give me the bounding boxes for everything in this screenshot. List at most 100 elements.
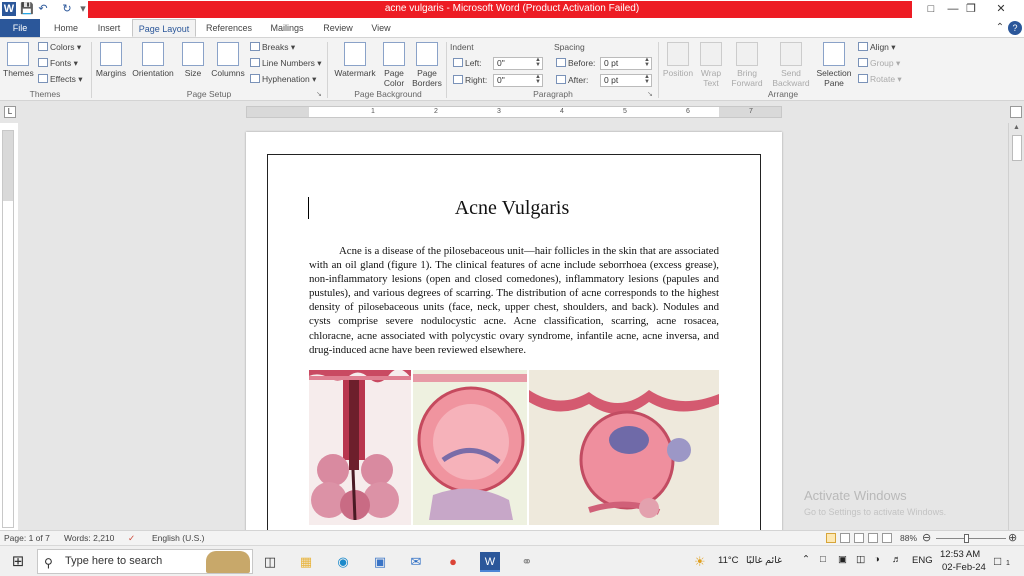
zoom-slider-thumb[interactable] xyxy=(964,534,969,543)
inflammatory-lesion-image[interactable] xyxy=(529,370,719,525)
print-layout-icon[interactable] xyxy=(826,533,836,543)
comedone-image[interactable] xyxy=(413,370,527,525)
web-layout-icon[interactable] xyxy=(854,533,864,543)
orientation-button[interactable]: Orientation xyxy=(130,42,176,78)
microsoft-store-icon[interactable]: ▣ xyxy=(370,552,390,572)
send-backward-button[interactable]: Send Backward xyxy=(768,42,814,88)
columns-button[interactable]: Columns xyxy=(210,42,246,78)
weather-description[interactable]: غائم غالبًا xyxy=(746,555,782,566)
effects-label: Effects xyxy=(50,74,76,84)
colors-icon xyxy=(38,42,48,51)
indent-right-input[interactable]: 0" ▲ ▼ xyxy=(493,74,543,87)
view-ruler-icon[interactable] xyxy=(1010,106,1022,118)
tab-view[interactable]: View xyxy=(364,19,398,37)
edge-icon[interactable]: ◉ xyxy=(333,552,353,572)
full-screen-reading-icon[interactable] xyxy=(840,533,850,543)
size-button[interactable]: Size xyxy=(180,42,206,78)
spacing-before-input[interactable]: 0 pt ▲ ▼ xyxy=(600,57,652,70)
rotate-button[interactable]: Rotate ▾ xyxy=(858,74,902,85)
close-icon[interactable]: ✕ xyxy=(986,0,1016,19)
weather-temp[interactable]: 11°C xyxy=(718,555,739,566)
page-borders-button[interactable]: Page Borders xyxy=(410,42,444,88)
page-color-button[interactable]: Page Color xyxy=(378,42,410,88)
zoom-out-icon[interactable]: ⊖ xyxy=(922,531,931,544)
line-numbers-button[interactable]: Line Numbers ▾ xyxy=(250,58,322,69)
selection-pane-button[interactable]: Selection Pane xyxy=(814,42,854,88)
restore-icon[interactable]: ❐ xyxy=(956,0,986,19)
language-indicator[interactable]: English (U.S.) xyxy=(152,533,204,543)
wifi-icon[interactable]: ◑ xyxy=(874,554,880,565)
input-language[interactable]: ENG xyxy=(912,555,933,566)
volume-icon[interactable]: ♬ xyxy=(892,554,902,565)
fonts-button[interactable]: Fonts ▾ xyxy=(38,58,78,69)
spinner-arrows-icon[interactable]: ▲ ▼ xyxy=(535,74,541,85)
word-taskbar-icon[interactable]: W xyxy=(480,552,500,572)
spinner-arrows-icon[interactable]: ▲ ▼ xyxy=(644,57,650,68)
ruler-number: 2 xyxy=(434,108,438,115)
themes-button[interactable]: Themes xyxy=(3,42,34,78)
tab-review[interactable]: Review xyxy=(318,19,358,37)
zoom-slider[interactable] xyxy=(936,538,1006,539)
show-hidden-icons-icon[interactable]: ⌃ xyxy=(802,554,810,565)
windows-start-icon[interactable]: ⊞ xyxy=(8,552,28,572)
notifications-icon[interactable]: □ xyxy=(994,554,1001,568)
zoom-level[interactable]: 88% xyxy=(900,533,917,543)
chrome-icon[interactable]: ● xyxy=(443,552,463,572)
help-icon[interactable]: ? xyxy=(1008,21,1022,35)
wrap-text-button[interactable]: Wrap Text xyxy=(696,42,726,88)
hyphenation-button[interactable]: Hyphenation ▾ xyxy=(250,74,316,85)
tab-page-layout[interactable]: Page Layout xyxy=(132,19,196,37)
bring-forward-button[interactable]: Bring Forward xyxy=(727,42,767,88)
breaks-button[interactable]: Breaks ▾ xyxy=(250,42,295,53)
margins-button[interactable]: Margins xyxy=(95,42,127,78)
file-explorer-icon[interactable]: ▦ xyxy=(296,552,316,572)
document-paragraph[interactable]: Acne is a disease of the pilosebaceous u… xyxy=(309,244,719,357)
page-count[interactable]: Page: 1 of 7 xyxy=(4,533,50,543)
watermark-button[interactable]: Watermark xyxy=(332,42,378,78)
ruler-number: 1 xyxy=(371,108,375,115)
document-title[interactable]: Acne Vulgaris xyxy=(306,197,718,220)
scrollbar-thumb[interactable] xyxy=(1012,135,1022,161)
spacing-before-icon xyxy=(556,58,566,67)
tab-references[interactable]: References xyxy=(200,19,258,37)
tab-mailings[interactable]: Mailings xyxy=(264,19,310,37)
zoom-in-icon[interactable]: ⊕ xyxy=(1008,531,1017,544)
app-taskbar-icon[interactable]: ⚭ xyxy=(517,552,537,572)
follicle-image[interactable] xyxy=(309,370,411,525)
page-setup-launcher-icon[interactable]: ↘ xyxy=(316,89,322,100)
vertical-scrollbar[interactable]: ▲ xyxy=(1008,123,1024,530)
figure-images[interactable] xyxy=(309,370,719,525)
tray-folder-icon[interactable]: ◫ xyxy=(856,554,865,565)
draft-icon[interactable] xyxy=(882,533,892,543)
document-page[interactable]: Acne Vulgaris Acne is a disease of the p… xyxy=(246,132,782,554)
tab-selector-icon[interactable]: L xyxy=(4,106,16,118)
group-button[interactable]: Group ▾ xyxy=(858,58,900,69)
spinner-arrows-icon[interactable]: ▲ ▼ xyxy=(535,57,541,68)
clock-date[interactable]: 02-Feb-24 xyxy=(942,562,986,573)
mail-icon[interactable]: ✉ xyxy=(406,552,426,572)
position-button[interactable]: Position xyxy=(660,42,696,78)
paragraph-launcher-icon[interactable]: ↘ xyxy=(647,89,653,100)
tray-app-icon[interactable]: ▣ xyxy=(838,554,847,565)
outline-icon[interactable] xyxy=(868,533,878,543)
proofing-icon[interactable]: ✓ xyxy=(128,533,135,544)
spacing-after-input[interactable]: 0 pt ▲ ▼ xyxy=(600,74,652,87)
tab-file[interactable]: File xyxy=(0,19,40,37)
clock-time[interactable]: 12:53 AM xyxy=(940,549,980,560)
collapse-ribbon-icon[interactable]: ⌃ xyxy=(994,19,1006,37)
colors-button[interactable]: Colors ▾ xyxy=(38,42,81,53)
indent-left-input[interactable]: 0" ▲ ▼ xyxy=(493,57,543,70)
tray-meet-icon[interactable]: □ xyxy=(820,554,826,565)
themes-icon xyxy=(7,42,29,66)
effects-button[interactable]: Effects ▾ xyxy=(38,74,82,85)
align-button[interactable]: Align ▾ xyxy=(858,42,896,53)
scroll-up-icon[interactable]: ▲ xyxy=(1013,124,1020,131)
word-count[interactable]: Words: 2,210 xyxy=(64,533,114,543)
ruler-number: 4 xyxy=(560,108,564,115)
task-view-icon[interactable]: ◫ xyxy=(260,552,280,572)
tab-insert[interactable]: Insert xyxy=(90,19,128,37)
vertical-ruler[interactable] xyxy=(2,130,14,528)
spinner-arrows-icon[interactable]: ▲ ▼ xyxy=(644,74,650,85)
tab-home[interactable]: Home xyxy=(46,19,86,37)
horizontal-ruler[interactable]: 1 2 3 4 5 6 7 xyxy=(246,106,782,118)
